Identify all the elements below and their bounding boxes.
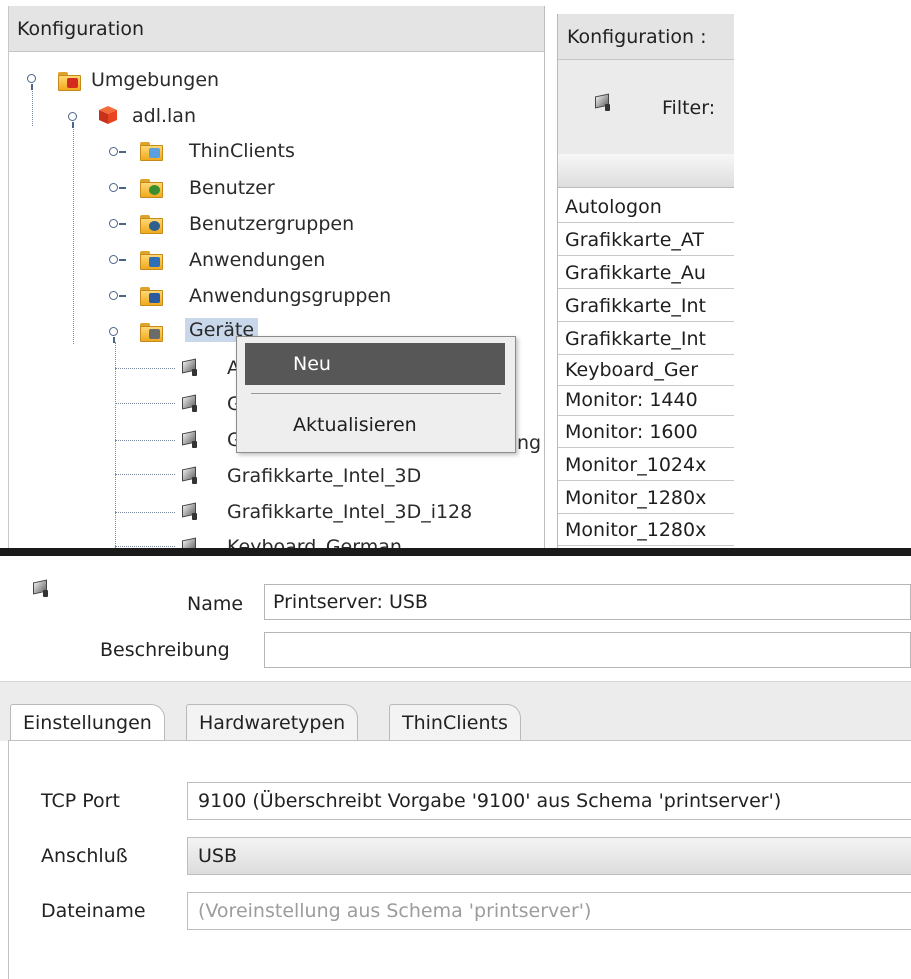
device-edit-dialog: Name Printserver: USB Beschreibung Einst…: [0, 556, 911, 979]
tab-thinclients[interactable]: ThinClients: [389, 704, 521, 742]
thinclients-folder-icon: [140, 140, 163, 161]
tree-node-device-6[interactable]: Keyboard_German: [227, 535, 402, 548]
tree-node-anwendungen[interactable]: Anwendungen: [189, 248, 325, 272]
config-tree-panel: Konfiguration Umgebungen adl.lan ThinCli…: [8, 6, 545, 548]
connection-select[interactable]: USB: [187, 837, 911, 875]
menu-item-refresh[interactable]: Aktualisieren: [245, 407, 505, 443]
tree-node-device-4[interactable]: Grafikkarte_Intel_3D: [227, 464, 421, 488]
list-item[interactable]: Keyboard_Ger: [558, 354, 734, 386]
printer-device-icon: [179, 501, 201, 523]
expand-toggle-anwendungsgruppen[interactable]: [109, 291, 126, 301]
tree-node-domain[interactable]: adl.lan: [132, 104, 196, 128]
context-menu: Neu Aktualisieren: [236, 336, 516, 453]
printer-device-icon: [179, 429, 201, 451]
expand-toggle-anwendungen[interactable]: [109, 255, 126, 265]
tree-node-device-3-tail: ng: [517, 432, 542, 454]
list-item[interactable]: Monitor: 1600: [558, 416, 734, 448]
expand-toggle-geraete[interactable]: [109, 327, 119, 343]
tab-einstellungen[interactable]: Einstellungen: [10, 704, 165, 742]
printer-device-icon: [592, 92, 614, 114]
name-field[interactable]: Printserver: USB: [264, 584, 911, 620]
tree-node-thinclients[interactable]: ThinClients: [189, 139, 295, 163]
list-item[interactable]: Grafikkarte_Int: [558, 323, 734, 355]
description-field[interactable]: [264, 632, 911, 668]
tree-node-device-5[interactable]: Grafikkarte_Intel_3D_i128: [227, 500, 472, 524]
list-column-header[interactable]: [558, 154, 734, 188]
tree-node-benutzer[interactable]: Benutzer: [189, 176, 275, 200]
configuration-screenshot: Konfiguration Umgebungen adl.lan ThinCli…: [0, 0, 911, 548]
printer-device-icon: [179, 465, 201, 487]
list-item[interactable]: Grafikkarte_AT: [558, 224, 734, 256]
list-item[interactable]: Grafikkarte_Int: [558, 290, 734, 322]
list-item[interactable]: Grafikkarte_Au: [558, 257, 734, 289]
tcp-port-field[interactable]: 9100 (Überschreibt Vorgabe '9100' aus Sc…: [187, 782, 911, 820]
expand-toggle-umgebungen[interactable]: [27, 74, 37, 90]
settings-tab-content: TCP Port 9100 (Überschreibt Vorgabe '910…: [8, 740, 911, 979]
list-item[interactable]: Autologon: [558, 191, 734, 223]
list-item[interactable]: Monitor_1024x: [558, 449, 734, 481]
tab-hardwaretypen[interactable]: Hardwaretypen: [186, 704, 359, 742]
connection-label: Anschluß: [41, 845, 128, 867]
expand-toggle-domain[interactable]: [68, 112, 78, 128]
applicationgroups-folder-icon: [140, 285, 163, 306]
expand-toggle-thinclients[interactable]: [109, 147, 126, 157]
expand-toggle-benutzer[interactable]: [109, 183, 126, 193]
list-item[interactable]: Monitor_1280x: [558, 482, 734, 514]
menu-item-new[interactable]: Neu: [245, 343, 505, 385]
domain-cube-icon: [99, 106, 117, 124]
menu-separator: [251, 393, 501, 394]
screenshot-divider: [0, 548, 911, 556]
description-label: Beschreibung: [100, 639, 230, 661]
filter-label: Filter:: [662, 97, 716, 119]
devices-folder-icon: [140, 321, 163, 342]
config-panel-title: Konfiguration: [9, 6, 544, 52]
tree-node-umgebungen[interactable]: Umgebungen: [91, 68, 219, 92]
users-folder-icon: [140, 177, 163, 198]
filename-field[interactable]: (Voreinstellung aus Schema 'printserver'…: [187, 892, 911, 930]
tab-bar: Einstellungen Hardwaretypen ThinClients: [0, 681, 911, 742]
printer-device-icon: [179, 393, 201, 415]
list-item[interactable]: Monitor_1280x: [558, 514, 734, 546]
list-panel-title: Konfiguration :: [558, 14, 734, 60]
device-list-panel: Konfiguration : Filter: Autologon Grafik…: [557, 14, 734, 548]
printer-device-icon: [30, 578, 52, 600]
environments-folder-icon: [58, 70, 81, 91]
printer-device-icon: [179, 357, 201, 379]
printer-device-icon: [179, 536, 201, 548]
tree-node-benutzergruppen[interactable]: Benutzergruppen: [189, 212, 354, 236]
expand-toggle-benutzergruppen[interactable]: [109, 219, 126, 229]
usergroups-folder-icon: [140, 213, 163, 234]
filename-label: Dateiname: [41, 900, 146, 922]
tcp-port-label: TCP Port: [41, 790, 120, 812]
filter-bar: Filter:: [558, 60, 734, 155]
name-label: Name: [187, 593, 244, 615]
list-item[interactable]: Monitor: 1440: [558, 384, 734, 416]
applications-folder-icon: [140, 249, 163, 270]
tree-node-anwendungsgruppen[interactable]: Anwendungsgruppen: [189, 284, 391, 308]
